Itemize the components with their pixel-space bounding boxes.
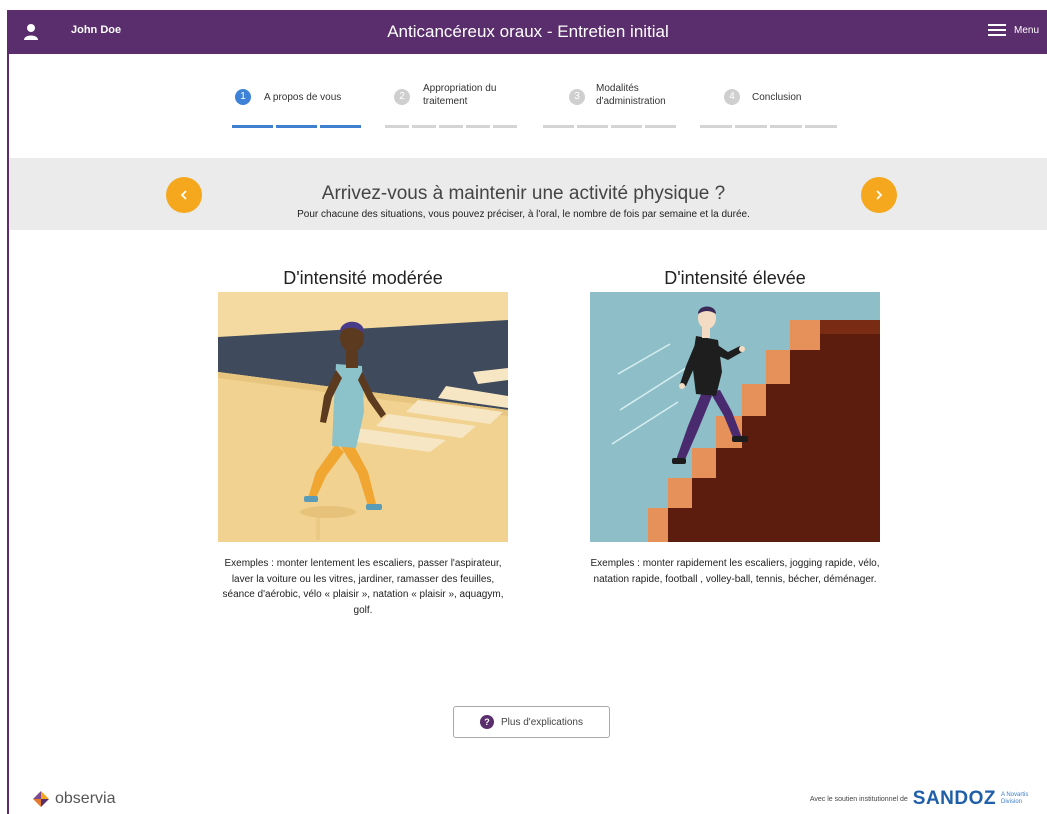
app-page: John Doe Anticancéreux oraux - Entretien…: [0, 0, 1047, 814]
progress-segment: [770, 125, 802, 128]
step-label: Appropriation du traitement: [423, 83, 497, 107]
progress-segment: [577, 125, 608, 128]
progress-segment: [700, 125, 732, 128]
step-conclusion[interactable]: 4 Conclusion: [700, 80, 840, 140]
step-treatment-appropriation[interactable]: 2 Appropriation du traitement: [385, 80, 525, 140]
observia-logo: observia: [33, 790, 115, 808]
question-subtitle: Pour chacune des situations, vous pouvez…: [297, 209, 750, 220]
progress-segment: [805, 125, 837, 128]
observia-logo-icon: [33, 791, 49, 807]
step-number: 2: [394, 89, 410, 105]
novartis-division: A Novartis Division: [1001, 792, 1029, 805]
high-intensity-title: D'intensité élevée: [664, 268, 806, 288]
step-label: Modalités d'administration: [596, 83, 666, 107]
moderate-examples: Exemples : monter lentement les escalier…: [222, 558, 504, 616]
step-label: A propos de vous: [264, 92, 342, 103]
progress-segment: [412, 125, 436, 128]
progress-segment: [320, 125, 361, 128]
high-examples: Exemples : monter rapidement les escalie…: [590, 558, 880, 585]
step-progress: [543, 125, 676, 128]
progress-segment: [466, 125, 490, 128]
progress-segment: [493, 125, 517, 128]
app-title: Anticancéreux oraux - Entretien initial: [387, 22, 669, 41]
more-explanations-button[interactable]: ? Plus d'explications: [453, 706, 610, 738]
step-label: Conclusion: [752, 92, 802, 103]
progress-segment: [735, 125, 767, 128]
question-icon: ?: [480, 715, 495, 729]
progress-segment: [232, 125, 273, 128]
sponsor-text: Avec le soutien institutionnel de: [809, 795, 908, 803]
progress-segment: [611, 125, 642, 128]
moderate-intensity-title: D'intensité modérée: [283, 268, 443, 288]
step-number: 3: [569, 89, 585, 105]
hamburger-menu-icon: [987, 23, 1006, 37]
progress-segment: [543, 125, 574, 128]
stairs-running-illustration: [590, 292, 880, 542]
step-progress: [385, 125, 517, 128]
progress-segment: [439, 125, 463, 128]
more-explanations-label: Plus d'explications: [501, 716, 583, 728]
walking-illustration: [218, 292, 508, 542]
progress-segment: [276, 125, 317, 128]
progress-segment: [385, 125, 409, 128]
step-progress: [232, 125, 361, 128]
progress-segment: [645, 125, 676, 128]
menu-button[interactable]: Menu: [987, 23, 1039, 37]
question-title: Arrivez-vous à maintenir une activité ph…: [321, 183, 726, 204]
step-number: 1: [235, 89, 251, 105]
observia-logo-text: observia: [55, 790, 116, 807]
progress-stepper: 1 A propos de vous 2 Appropriation du tr…: [0, 80, 1047, 140]
step-progress: [700, 125, 837, 128]
menu-label: Menu: [1013, 24, 1039, 36]
sandoz-logo: SANDOZ: [912, 788, 996, 809]
step-about-you[interactable]: 1 A propos de vous: [232, 80, 362, 140]
step-number: 4: [724, 89, 740, 105]
step-administration[interactable]: 3 Modalités d'administration: [543, 80, 683, 140]
top-bar: John Doe Anticancéreux oraux - Entretien…: [9, 10, 1047, 54]
sponsor-credit: Avec le soutien institutionnel de SANDOZ…: [810, 788, 1033, 810]
